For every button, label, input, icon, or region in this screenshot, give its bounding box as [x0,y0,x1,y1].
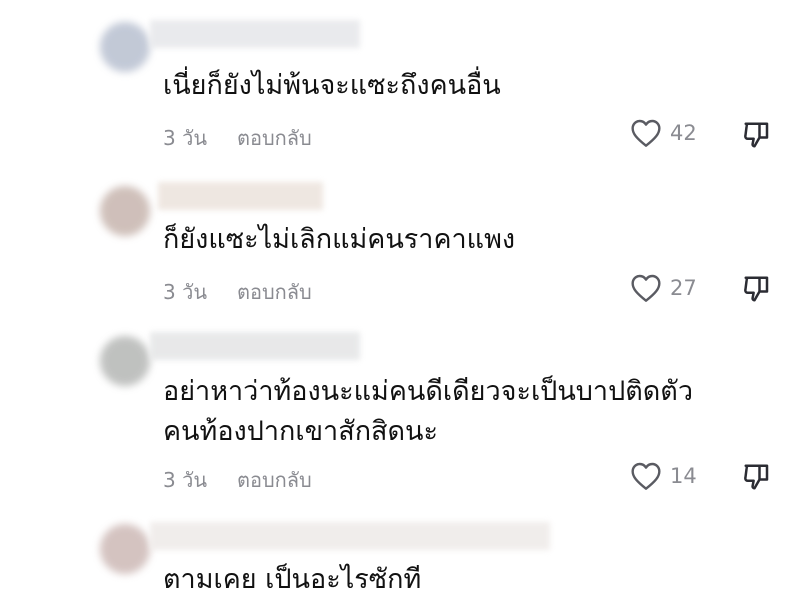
like-button[interactable]: 14 [630,461,697,491]
like-count: 42 [670,121,697,145]
comment-item: ก็ยังแซะไม่เลิกแม่คนราคาแพง 3 วัน ตอบกลับ… [0,170,800,330]
username-blurred[interactable] [150,332,360,360]
comment-time: 3 วัน [163,468,207,492]
like-count: 14 [670,464,697,488]
comment-item: ตามเคย เป็นอะไรซักที [0,520,800,610]
username-blurred[interactable] [150,20,360,48]
comment-time: 3 วัน [163,126,207,150]
comment-item: เนี่ยก็ยังไม่พ้นจะแซะถึงคนอื่น 3 วัน ตอบก… [0,0,800,170]
reply-button[interactable]: ตอบกลับ [237,126,312,150]
avatar[interactable] [100,22,150,72]
thumbs-down-icon[interactable] [742,462,772,492]
username-blurred[interactable] [158,182,323,210]
avatar[interactable] [100,186,150,236]
reply-button[interactable]: ตอบกลับ [237,468,312,492]
comment-meta: 3 วัน ตอบกลับ [163,464,312,496]
like-button[interactable]: 42 [630,118,697,148]
avatar[interactable] [100,524,150,574]
comment-meta: 3 วัน ตอบกลับ [163,276,312,308]
comment-time: 3 วัน [163,280,207,304]
heart-outline-icon [631,462,661,490]
comment-text: อย่าหาว่าท้องนะแม่คนดีเดียวจะเป็นบาปติดต… [163,376,693,447]
reply-button[interactable]: ตอบกลับ [237,280,312,304]
thumbs-down-icon[interactable] [742,274,772,304]
comment-meta: 3 วัน ตอบกลับ [163,122,312,154]
avatar[interactable] [100,336,150,386]
like-button[interactable]: 27 [630,273,697,303]
heart-outline-icon [631,119,661,147]
comment-item: อย่าหาว่าท้องนะแม่คนดีเดียวจะเป็นบาปติดต… [0,330,800,520]
heart-outline-icon [631,274,661,302]
thumbs-down-icon[interactable] [742,120,772,150]
comment-text: ตามเคย เป็นอะไรซักที [163,564,422,595]
comment-text: เนี่ยก็ยังไม่พ้นจะแซะถึงคนอื่น [163,70,501,101]
username-blurred[interactable] [150,522,550,550]
comment-text: ก็ยังแซะไม่เลิกแม่คนราคาแพง [163,224,516,255]
like-count: 27 [670,276,697,300]
